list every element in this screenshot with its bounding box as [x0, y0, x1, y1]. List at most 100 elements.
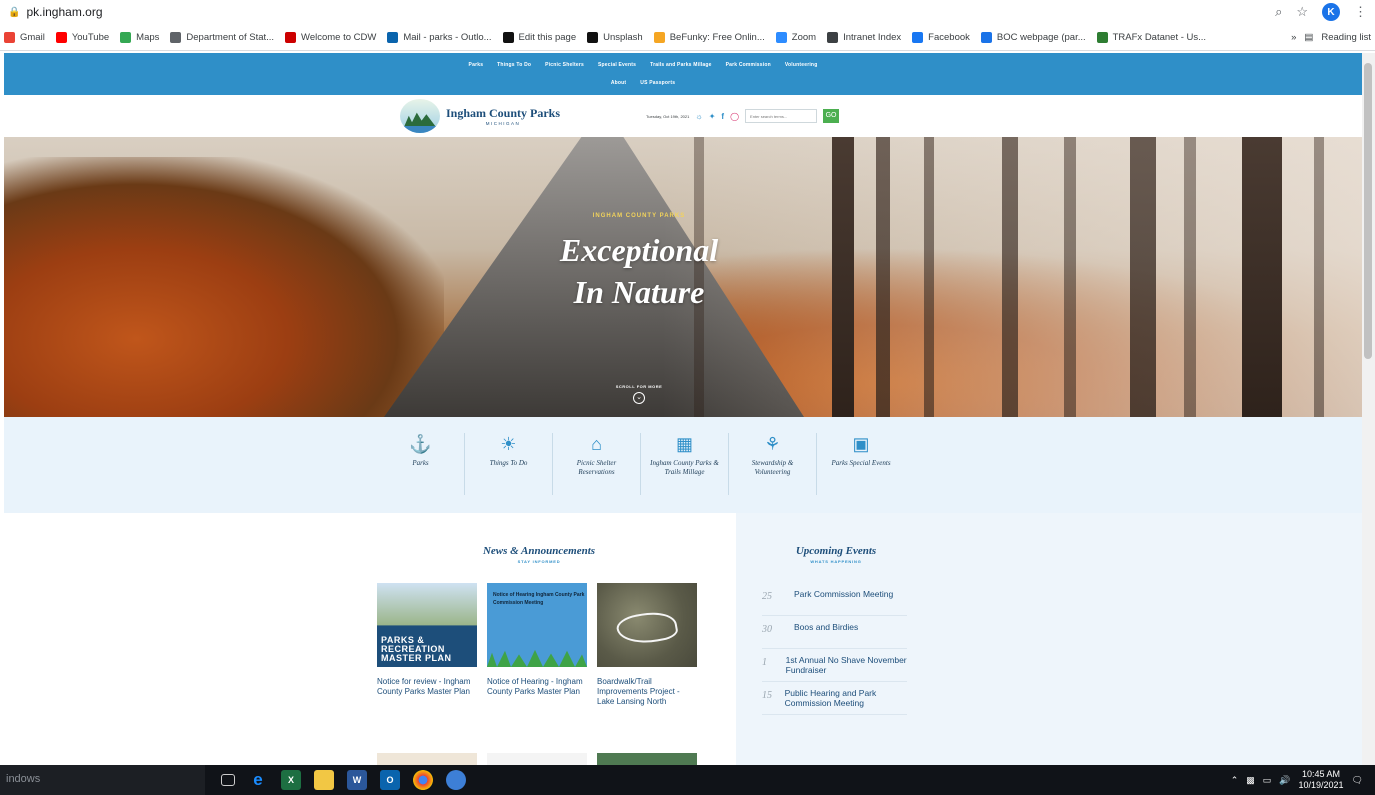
bookmark-item[interactable]: Edit this page: [502, 32, 576, 43]
excel-icon[interactable]: X: [281, 770, 301, 790]
nav-item[interactable]: Park Commission: [726, 62, 771, 68]
bookmark-item[interactable]: Gmail: [4, 32, 45, 43]
event-name[interactable]: Park Commission Meeting: [794, 589, 893, 599]
nav-item[interactable]: Volunteering: [785, 62, 818, 68]
event-day: 25: [762, 591, 772, 602]
tray-chevron-icon[interactable]: ⌃: [1231, 775, 1239, 786]
event-name[interactable]: Boos and Birdies: [794, 622, 858, 632]
nav-item[interactable]: Special Events: [598, 62, 636, 68]
lock-icon[interactable]: 🔒: [8, 7, 20, 18]
news-card[interactable]: PARKS & RECREATION MASTER PLAN Notice fo…: [377, 583, 477, 707]
events-section: Upcoming Events WHATS HAPPENING 25 Park C…: [736, 513, 1362, 765]
quick-link-label: Ingham County Parks & Trails Millage: [650, 459, 719, 476]
bookmark-item[interactable]: BOC webpage (par...: [980, 32, 1086, 43]
notifications-icon[interactable]: 🗨: [1352, 775, 1363, 786]
nav-item[interactable]: Parks: [469, 62, 484, 68]
bookmark-label: Unsplash: [603, 32, 643, 43]
news-card[interactable]: Boardwalk/Trail Improvements Project - L…: [597, 583, 697, 707]
bookmark-item[interactable]: Unsplash: [587, 32, 643, 43]
event-item[interactable]: 15 Public Hearing and Park Commission Mee…: [762, 682, 907, 715]
nav-item[interactable]: Picnic Shelters: [545, 62, 584, 68]
map-icon: ▦: [675, 434, 693, 454]
site-logo[interactable]: Ingham County Parks MICHIGAN: [400, 99, 560, 133]
current-date: Tuesday, Oct 19th, 2021: [646, 113, 690, 119]
event-name[interactable]: 1st Annual No Shave November Fundraiser: [786, 655, 907, 675]
scrollbar-thumb[interactable]: [1364, 63, 1372, 359]
bookmark-item[interactable]: Department of Stat...: [170, 32, 274, 43]
site-search-input[interactable]: Enter search terms...: [745, 109, 818, 123]
bookmark-item[interactable]: BeFunky: Free Onlin...: [653, 32, 765, 43]
event-item[interactable]: 25 Park Commission Meeting: [762, 583, 907, 616]
nav-item[interactable]: Things To Do: [497, 62, 531, 68]
instagram-icon[interactable]: ◯: [730, 112, 739, 121]
task-view-icon[interactable]: [221, 774, 235, 786]
url-text[interactable]: pk.ingham.org: [26, 5, 1275, 19]
chevron-down-icon[interactable]: ⌄: [633, 392, 645, 404]
utility-bar: Tuesday, Oct 19th, 2021 ☼ ✦ f ◯ Enter se…: [646, 109, 840, 123]
news-image-peek[interactable]: [377, 753, 477, 765]
facebook-icon[interactable]: f: [721, 112, 724, 121]
bookmark-label: Intranet Index: [843, 32, 902, 43]
chrome-icon[interactable]: [413, 770, 433, 790]
bookmark-item[interactable]: TRAFx Datanet - Us...: [1096, 32, 1206, 43]
profile-avatar[interactable]: K: [1322, 3, 1340, 21]
display-icon[interactable]: ▭: [1263, 775, 1272, 786]
address-bar[interactable]: 🔒 pk.ingham.org ⌕ ☆ K ⋮: [0, 0, 1375, 24]
nav-item[interactable]: About: [611, 80, 626, 86]
news-image[interactable]: Notice of Hearing Ingham County Park Com…: [487, 583, 587, 667]
file-explorer-icon[interactable]: [314, 770, 334, 790]
news-image-peek[interactable]: [597, 753, 697, 765]
quick-link[interactable]: ⌂ Picnic Shelter Reservations: [553, 433, 641, 495]
word-icon[interactable]: W: [347, 770, 367, 790]
zoom-icon[interactable]: ⌕: [1275, 4, 1282, 20]
bookmark-favicon-icon: [653, 32, 665, 43]
bookmark-item[interactable]: Zoom: [775, 32, 817, 43]
news-caption[interactable]: Notice of Hearing - Ingham County Parks …: [487, 677, 587, 697]
hero-banner: INGHAM COUNTY PARKS Exceptional In Natur…: [4, 137, 1362, 417]
bookmark-item[interactable]: Welcome to CDW: [285, 32, 376, 43]
scroll-for-more[interactable]: SCROLL FOR MORE: [4, 384, 1274, 389]
clock[interactable]: 10:45 AM 10/19/2021: [1299, 769, 1344, 791]
park-bench-icon: ⚓: [409, 434, 432, 454]
nav-item[interactable]: US Passports: [640, 80, 675, 86]
news-caption[interactable]: Boardwalk/Trail Improvements Project - L…: [597, 677, 697, 707]
more-bookmarks-icon[interactable]: »: [1291, 32, 1296, 43]
news-image-peek[interactable]: [487, 753, 587, 765]
page-scrollbar[interactable]: [1362, 53, 1375, 765]
quick-link[interactable]: ▦ Ingham County Parks & Trails Millage: [641, 433, 729, 495]
outlook-icon[interactable]: O: [380, 770, 400, 790]
news-image[interactable]: [597, 583, 697, 667]
volume-icon[interactable]: 🔊: [1279, 775, 1290, 786]
quick-link[interactable]: ▣ Parks Special Events: [817, 433, 905, 495]
news-card[interactable]: Notice of Hearing Ingham County Park Com…: [487, 583, 587, 707]
network-icon[interactable]: ▩: [1246, 775, 1255, 786]
reading-list-button[interactable]: Reading list: [1321, 32, 1371, 43]
event-item[interactable]: 30 Boos and Birdies: [762, 616, 907, 649]
event-item[interactable]: 1 1st Annual No Shave November Fundraiser: [762, 649, 907, 682]
bookmark-item[interactable]: Intranet Index: [827, 32, 901, 43]
bookmarks-bar: Gmail YouTube Maps Department of Stat... Wel…: [0, 25, 1375, 51]
bookmark-item[interactable]: YouTube: [55, 32, 109, 43]
news-image[interactable]: PARKS & RECREATION MASTER PLAN: [377, 583, 477, 667]
reading-list-icon[interactable]: ▤: [1304, 32, 1313, 43]
menu-dots-icon[interactable]: ⋮: [1354, 4, 1367, 20]
bookmark-label: BOC webpage (par...: [996, 32, 1086, 43]
quick-link[interactable]: ☀ Things To Do: [465, 433, 553, 495]
app-icon[interactable]: [446, 770, 466, 790]
bookmark-item[interactable]: Facebook: [912, 32, 970, 43]
search-go-button[interactable]: GO: [823, 109, 840, 123]
nav-item[interactable]: Trails and Parks Millage: [650, 62, 712, 68]
quick-link[interactable]: ⚓ Parks: [377, 433, 465, 495]
twitter-icon[interactable]: ✦: [709, 112, 716, 121]
star-icon[interactable]: ☆: [1296, 4, 1308, 20]
taskbar: indows e X W O ⌃ ▩ ▭ 🔊 10:45 AM 10/19/20…: [0, 765, 1375, 795]
bookmark-label: Zoom: [791, 32, 817, 43]
edge-icon[interactable]: e: [248, 770, 268, 790]
bookmark-item[interactable]: Maps: [120, 32, 159, 43]
event-name[interactable]: Public Hearing and Park Commission Meeti…: [785, 688, 907, 708]
brand-bar: Ingham County Parks MICHIGAN Tuesday, Oc…: [4, 95, 1362, 137]
bookmark-item[interactable]: Mail - parks - Outlo...: [387, 32, 492, 43]
quick-link[interactable]: ⚘ Stewardship & Volunteering: [729, 433, 817, 495]
news-caption[interactable]: Notice for review - Ingham County Parks …: [377, 677, 477, 697]
taskbar-search[interactable]: indows: [0, 765, 205, 795]
